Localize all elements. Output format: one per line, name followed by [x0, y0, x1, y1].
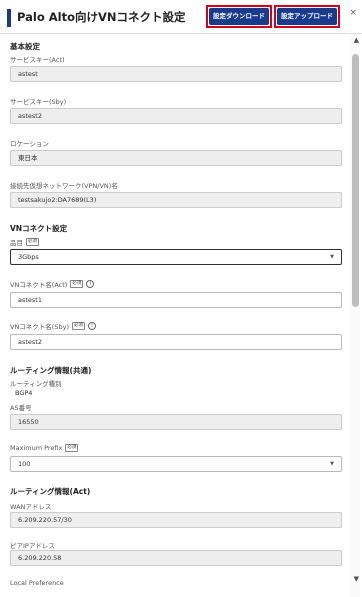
max-prefix-select[interactable]: 100 ▼ — [10, 456, 342, 472]
name-act-input[interactable]: astest1 — [10, 292, 342, 308]
info-icon[interactable]: i — [87, 322, 96, 330]
close-icon[interactable]: × — [349, 8, 357, 18]
scrollbar-thumb[interactable] — [352, 54, 359, 307]
routing-type-label: ルーティング種別 — [10, 380, 62, 388]
scroll-down-arrow-icon[interactable]: ▼ — [354, 575, 359, 583]
service-key-act-label: サービスキー(Act) — [10, 56, 65, 64]
item-label: 品目 必須 — [10, 238, 39, 247]
chevron-down-icon: ▼ — [330, 254, 334, 260]
wan-address-label: WANアドレス — [10, 503, 52, 511]
name-act-label: VNコネクト名(Act) 必須 i — [10, 279, 95, 289]
location-label: ロケーション — [10, 140, 49, 148]
section-routing-common-heading: ルーティング情報(共通) — [10, 366, 92, 375]
service-key-act-field: astest — [10, 66, 342, 82]
service-key-sby-label: サービスキー(Sby) — [10, 98, 67, 106]
scroll-up-arrow-icon[interactable]: ▲ — [354, 36, 359, 44]
wan-address-field: 6.209.220.57/30 — [10, 512, 342, 528]
dest-network-field: testsakujo2:DA7689(L3) — [10, 192, 342, 208]
section-vn-heading: VNコネクト設定 — [10, 224, 68, 233]
name-sby-label: VNコネクト名(Sby) 必須 i — [10, 321, 96, 331]
local-preference-label: Local Preference — [10, 579, 64, 587]
info-icon[interactable]: i — [86, 280, 95, 288]
section-routing-act-heading: ルーティング情報(Act) — [10, 487, 91, 496]
title-accent-bar — [7, 9, 11, 27]
service-key-sby-field: astest2 — [10, 108, 342, 124]
settings-download-button[interactable]: 設定ダウンロード — [209, 8, 269, 25]
as-number-label: AS番号 — [10, 404, 32, 412]
required-badge: 必須 — [71, 322, 85, 330]
peer-ip-field: 6.209.220.58 — [10, 550, 342, 566]
dialog-header: Palo Alto向けVNコネクト設定 設定ダウンロード 設定アップロード × — [0, 0, 362, 34]
section-basic-heading: 基本設定 — [10, 42, 40, 51]
dest-network-label: 接続先仮想ネットワーク(VPN/VN)名 — [10, 182, 118, 190]
name-sby-input[interactable]: astest2 — [10, 334, 342, 350]
item-select-value: 3Gbps — [18, 253, 39, 261]
routing-type-value: BGP4 — [15, 389, 33, 397]
location-field: 東日本 — [10, 150, 342, 166]
download-button-highlight: 設定ダウンロード — [206, 5, 272, 28]
max-prefix-label: Maximum Prefix 必須 — [10, 444, 79, 452]
required-badge: 必須 — [26, 238, 39, 246]
max-prefix-value: 100 — [18, 460, 31, 468]
item-select[interactable]: 3Gbps ▼ — [10, 249, 342, 265]
dialog-title: Palo Alto向けVNコネクト設定 — [17, 10, 186, 24]
upload-button-highlight: 設定アップロード — [274, 5, 340, 28]
chevron-down-icon: ▼ — [330, 461, 334, 467]
required-badge: 必須 — [65, 444, 79, 452]
settings-upload-button[interactable]: 設定アップロード — [277, 8, 337, 25]
dialog-body: 基本設定 サービスキー(Act) astest サービスキー(Sby) aste… — [0, 34, 348, 597]
peer-ip-label: ピアIPアドレス — [10, 542, 55, 550]
required-badge: 必須 — [70, 280, 84, 288]
as-number-field: 16550 — [10, 414, 342, 430]
